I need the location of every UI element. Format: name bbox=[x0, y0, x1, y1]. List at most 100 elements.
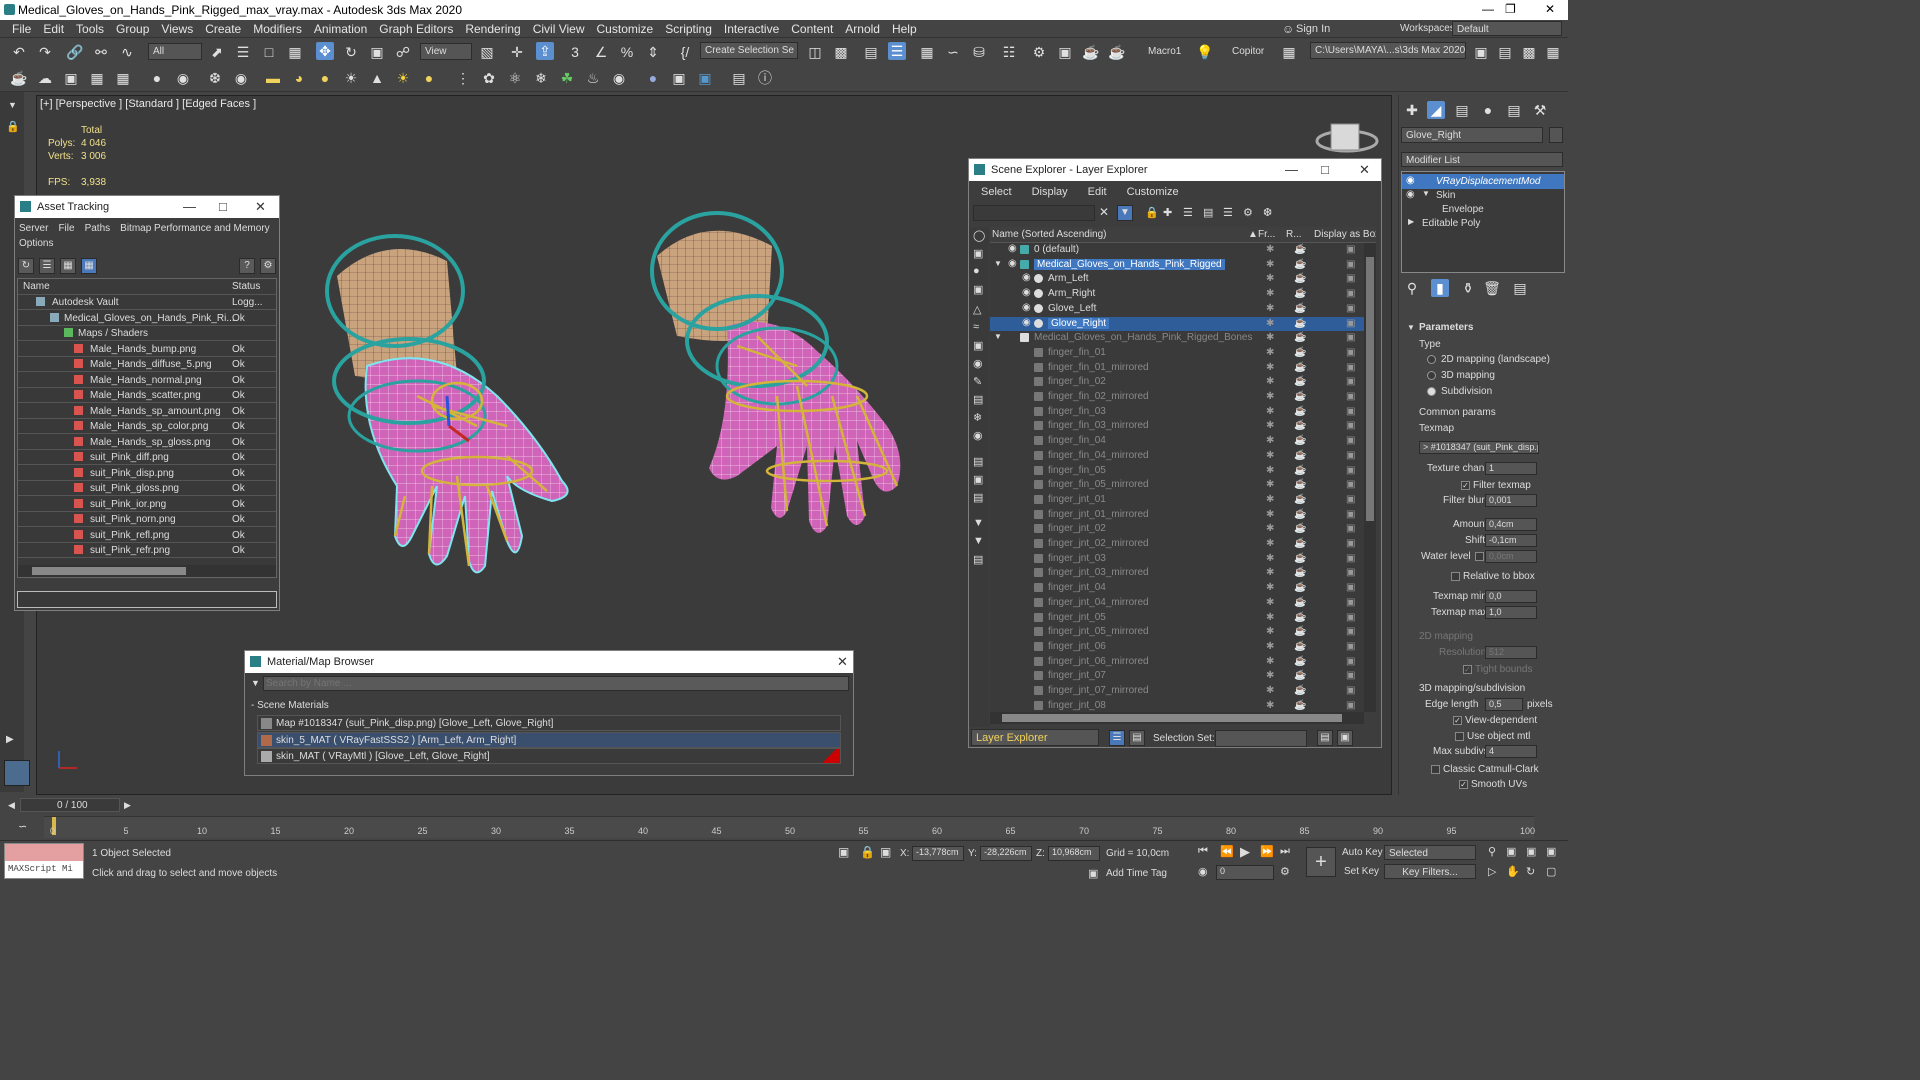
tight-bounds-checkbox[interactable]: ✓ bbox=[1463, 665, 1472, 674]
material-item[interactable]: Map #1018347 (suit_Pink_disp.png) [Glove… bbox=[257, 715, 841, 731]
lock-icon[interactable]: 🔒 bbox=[6, 120, 20, 133]
cloud-icon[interactable]: ☁ bbox=[36, 69, 54, 87]
left-hand-model[interactable] bbox=[325, 234, 569, 574]
named-selection-dropdown[interactable]: Create Selection Se bbox=[700, 42, 798, 59]
freeze-toggle-icon[interactable]: ✱ bbox=[1266, 347, 1274, 358]
fov-icon[interactable]: ▷ bbox=[1488, 865, 1496, 878]
visibility-eye-icon[interactable]: ◉ bbox=[1008, 258, 1017, 269]
find-icon[interactable]: ▼ bbox=[973, 517, 984, 529]
explorer-hscroll-thumb[interactable] bbox=[1002, 714, 1342, 722]
display-as-box-icon[interactable]: ▣ bbox=[1346, 450, 1355, 461]
absolute-mode-icon[interactable]: ▣ bbox=[880, 845, 891, 859]
create-layer-icon[interactable]: ✚ bbox=[1163, 206, 1172, 219]
freeze-toggle-icon[interactable]: ✱ bbox=[1266, 670, 1274, 681]
log-icon[interactable]: ▤ bbox=[730, 69, 748, 87]
orbit-icon[interactable]: ↻ bbox=[1526, 865, 1535, 878]
parameters-rollout[interactable]: Parameters bbox=[1419, 322, 1473, 333]
use-object-mtl-checkbox[interactable] bbox=[1455, 732, 1464, 741]
material-item[interactable]: skin_MAT ( VRayMtl ) [Glove_Left, Glove_… bbox=[257, 748, 841, 764]
convert-icon[interactable]: ▣ bbox=[696, 69, 714, 87]
render-toggle-icon[interactable]: ☕ bbox=[1294, 612, 1306, 623]
make-unique-icon[interactable]: ⚱ bbox=[1459, 279, 1477, 297]
texmap-max-spinner[interactable]: 1,0 bbox=[1485, 606, 1537, 619]
create-tab-icon[interactable]: ✚ bbox=[1403, 101, 1421, 119]
selection-set-dropdown[interactable] bbox=[1215, 730, 1307, 747]
freeze-toggle-icon[interactable]: ✱ bbox=[1266, 376, 1274, 387]
right-hand-model[interactable] bbox=[650, 211, 901, 533]
stack-item-editable-poly[interactable]: ▶ Editable Poly bbox=[1402, 216, 1564, 231]
prev-frame-icon[interactable]: ⏪ bbox=[1220, 845, 1234, 858]
render-toggle-icon[interactable]: ☕ bbox=[1294, 597, 1306, 608]
stack-eye-icon[interactable]: ◉ bbox=[1406, 189, 1415, 200]
menu-item-rendering[interactable]: Rendering bbox=[465, 20, 520, 36]
asset-menu-paths[interactable]: Paths bbox=[85, 223, 111, 234]
freeze-toggle-icon[interactable]: ✱ bbox=[1266, 288, 1274, 299]
vfb-icon[interactable]: ▣ bbox=[670, 69, 688, 87]
proxy-icon[interactable]: ⚛ bbox=[506, 69, 524, 87]
texmap-min-spinner[interactable]: 0,0 bbox=[1485, 590, 1537, 603]
toggle-scene-explorer-icon[interactable]: ▤ bbox=[862, 43, 880, 61]
rollout-expand-icon[interactable]: ▼ bbox=[1407, 323, 1415, 332]
asset-row[interactable]: suit_Pink_ior.png Ok bbox=[18, 497, 276, 512]
radio-subdivision[interactable] bbox=[1427, 387, 1436, 396]
utilities-tab-icon[interactable]: ⚒ bbox=[1531, 101, 1549, 119]
display-as-box-icon[interactable]: ▣ bbox=[1346, 347, 1355, 358]
explorer-options-icon[interactable]: ▤ bbox=[973, 553, 983, 566]
edge-length-spinner[interactable]: 0,5 bbox=[1485, 698, 1523, 711]
freeze-toggle-icon[interactable]: ✱ bbox=[1266, 362, 1274, 373]
mesh-icon[interactable]: ❄ bbox=[532, 69, 550, 87]
menu-item-arnold[interactable]: Arnold bbox=[845, 20, 880, 36]
asset-row[interactable]: Male_Hands_normal.png Ok bbox=[18, 373, 276, 388]
explorer-row[interactable]: ◉ Arm_Right ✱ ☕ ▣ bbox=[990, 287, 1364, 301]
visibility-eye-icon[interactable]: ◉ bbox=[1022, 302, 1031, 313]
explorer-hscrollbar[interactable] bbox=[990, 712, 1364, 724]
layer-stack-icon[interactable]: ☰ bbox=[1183, 206, 1193, 219]
asset-row[interactable]: Maps / Shaders bbox=[18, 326, 276, 341]
render-toggle-icon[interactable]: ☕ bbox=[1294, 273, 1306, 284]
display-as-box-icon[interactable]: ▣ bbox=[1346, 567, 1355, 578]
ies-icon[interactable]: ☀ bbox=[342, 69, 360, 87]
menu-item-content[interactable]: Content bbox=[791, 20, 833, 36]
remove-modifier-icon[interactable]: 🗑 bbox=[1483, 279, 1501, 297]
light-icon[interactable]: ● bbox=[148, 69, 166, 87]
explorer-vscroll-thumb[interactable] bbox=[1366, 257, 1374, 521]
key-filters-button[interactable]: Key Filters... bbox=[1384, 864, 1476, 879]
explorer-row[interactable]: ◉ Glove_Right ✱ ☕ ▣ bbox=[990, 316, 1364, 331]
render-toggle-icon[interactable]: ☕ bbox=[1294, 376, 1306, 387]
filter-blur-spinner[interactable]: 0,001 bbox=[1485, 494, 1537, 507]
lock-cell-icon[interactable]: 🔒 bbox=[1145, 206, 1159, 219]
explorer-row[interactable]: finger_jnt_05_mirrored ✱ ☕ ▣ bbox=[990, 625, 1364, 639]
explorer-row[interactable]: finger_jnt_07_mirrored ✱ ☕ ▣ bbox=[990, 684, 1364, 698]
sign-in-menu[interactable]: Sign In bbox=[1296, 23, 1330, 35]
freeze-toggle-icon[interactable]: ✱ bbox=[1266, 406, 1274, 417]
render-toggle-icon[interactable]: ☕ bbox=[1294, 523, 1306, 534]
material-item[interactable]: skin_5_MAT ( VRayFastSSS2 ) [Arm_Left, A… bbox=[257, 731, 841, 748]
asset-tracking-titlebar[interactable]: Asset Tracking — □ ✕ bbox=[15, 196, 279, 218]
explorer-min-button[interactable]: — bbox=[1285, 162, 1298, 177]
render-toggle-icon[interactable]: ☕ bbox=[1294, 553, 1306, 564]
display-none-icon[interactable]: ◯ bbox=[973, 229, 985, 242]
mirror-icon[interactable]: ◫ bbox=[806, 43, 824, 61]
layer-options-icon[interactable]: ❆ bbox=[1263, 206, 1272, 219]
stack-eye-icon[interactable]: ◉ bbox=[1406, 175, 1415, 186]
help-icon[interactable]: ⓘ bbox=[756, 69, 774, 87]
explorer-row[interactable]: finger_fin_04_mirrored ✱ ☕ ▣ bbox=[990, 449, 1364, 463]
curve-editor-mini-icon[interactable]: ∽ bbox=[18, 820, 27, 833]
render-toggle-icon[interactable]: ☕ bbox=[1294, 303, 1306, 314]
max-subdivs-spinner[interactable]: 4 bbox=[1485, 745, 1537, 758]
object-color-swatch[interactable] bbox=[1549, 127, 1563, 143]
visibility-eye-icon[interactable]: ◉ bbox=[1008, 243, 1017, 254]
freeze-toggle-icon[interactable]: ✱ bbox=[1266, 318, 1274, 329]
freeze-toggle-icon[interactable]: ✱ bbox=[1266, 435, 1274, 446]
explorer-menu-display[interactable]: Display bbox=[1032, 186, 1068, 198]
explorer-search-input[interactable] bbox=[973, 205, 1095, 221]
freeze-toggle-icon[interactable]: ✱ bbox=[1266, 700, 1274, 711]
expand-arrow-icon[interactable]: ▼ bbox=[8, 100, 17, 110]
amount-spinner[interactable]: 0,4cm bbox=[1485, 518, 1537, 531]
render-toggle-icon[interactable]: ☕ bbox=[1294, 362, 1306, 373]
display-as-box-icon[interactable]: ▣ bbox=[1346, 303, 1355, 314]
display-as-box-icon[interactable]: ▣ bbox=[1346, 494, 1355, 505]
render-toggle-icon[interactable]: ☕ bbox=[1294, 288, 1306, 299]
menu-item-edit[interactable]: Edit bbox=[43, 20, 64, 36]
render-toggle-icon[interactable]: ☕ bbox=[1294, 391, 1306, 402]
